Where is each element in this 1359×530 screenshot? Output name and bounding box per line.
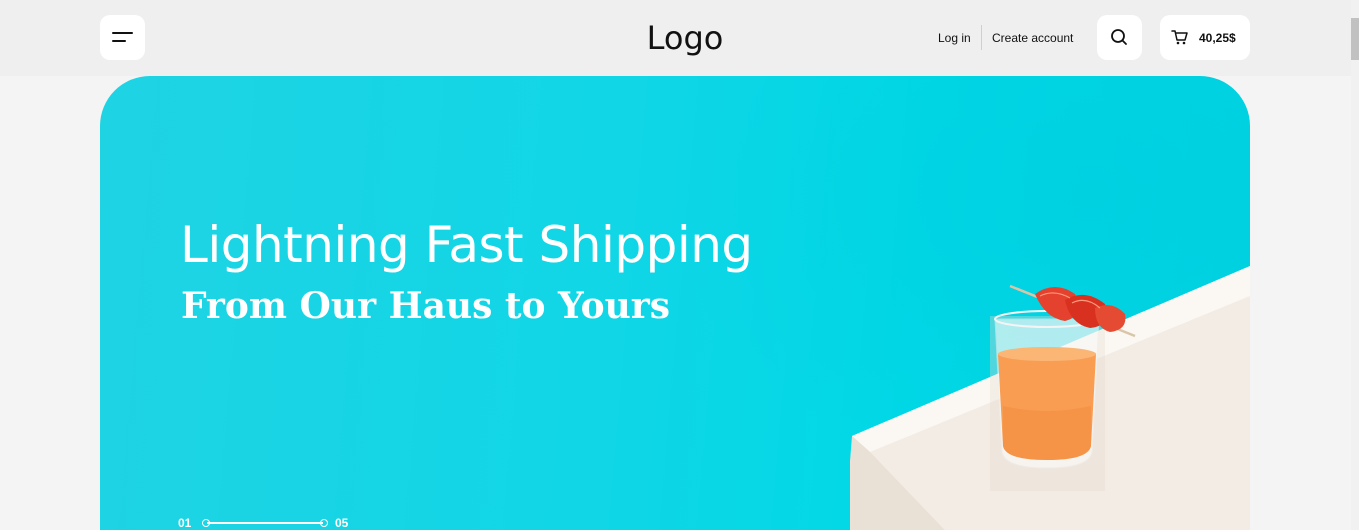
search-icon (1111, 29, 1127, 45)
site-header: Logo Log in Create account 40,25$ (0, 0, 1351, 76)
slider-progress-track[interactable] (202, 518, 328, 528)
slider-progress: 01 05 (178, 514, 368, 530)
page: Logo Log in Create account 40,25$ Lightn… (0, 0, 1359, 530)
search-button[interactable] (1097, 15, 1142, 60)
menu-button[interactable] (100, 15, 145, 60)
hero-banner: Lightning Fast Shipping From Our Haus to… (100, 76, 1250, 530)
hero-drink-image (850, 266, 1250, 530)
hero-title: Lightning Fast Shipping (180, 216, 753, 274)
slider-end-dot (320, 519, 328, 527)
slider-start-dot (202, 519, 210, 527)
create-account-link[interactable]: Create account (992, 29, 1073, 47)
header-divider (981, 25, 982, 50)
slide-total-number: 05 (335, 516, 349, 530)
hero-subtitle: From Our Haus to Yours (181, 285, 671, 327)
cart-button[interactable]: 40,25$ (1160, 15, 1250, 60)
site-logo[interactable]: Logo (610, 18, 760, 58)
cart-icon (1171, 30, 1188, 45)
hamburger-icon-line (112, 40, 126, 42)
login-link[interactable]: Log in (938, 29, 971, 47)
page-scrollbar[interactable] (1351, 0, 1359, 530)
slide-current-number: 01 (178, 516, 192, 530)
hamburger-icon (112, 32, 133, 34)
slider-progress-line (207, 522, 323, 524)
scrollbar-thumb[interactable] (1351, 18, 1359, 60)
cart-total: 40,25$ (1199, 31, 1236, 45)
